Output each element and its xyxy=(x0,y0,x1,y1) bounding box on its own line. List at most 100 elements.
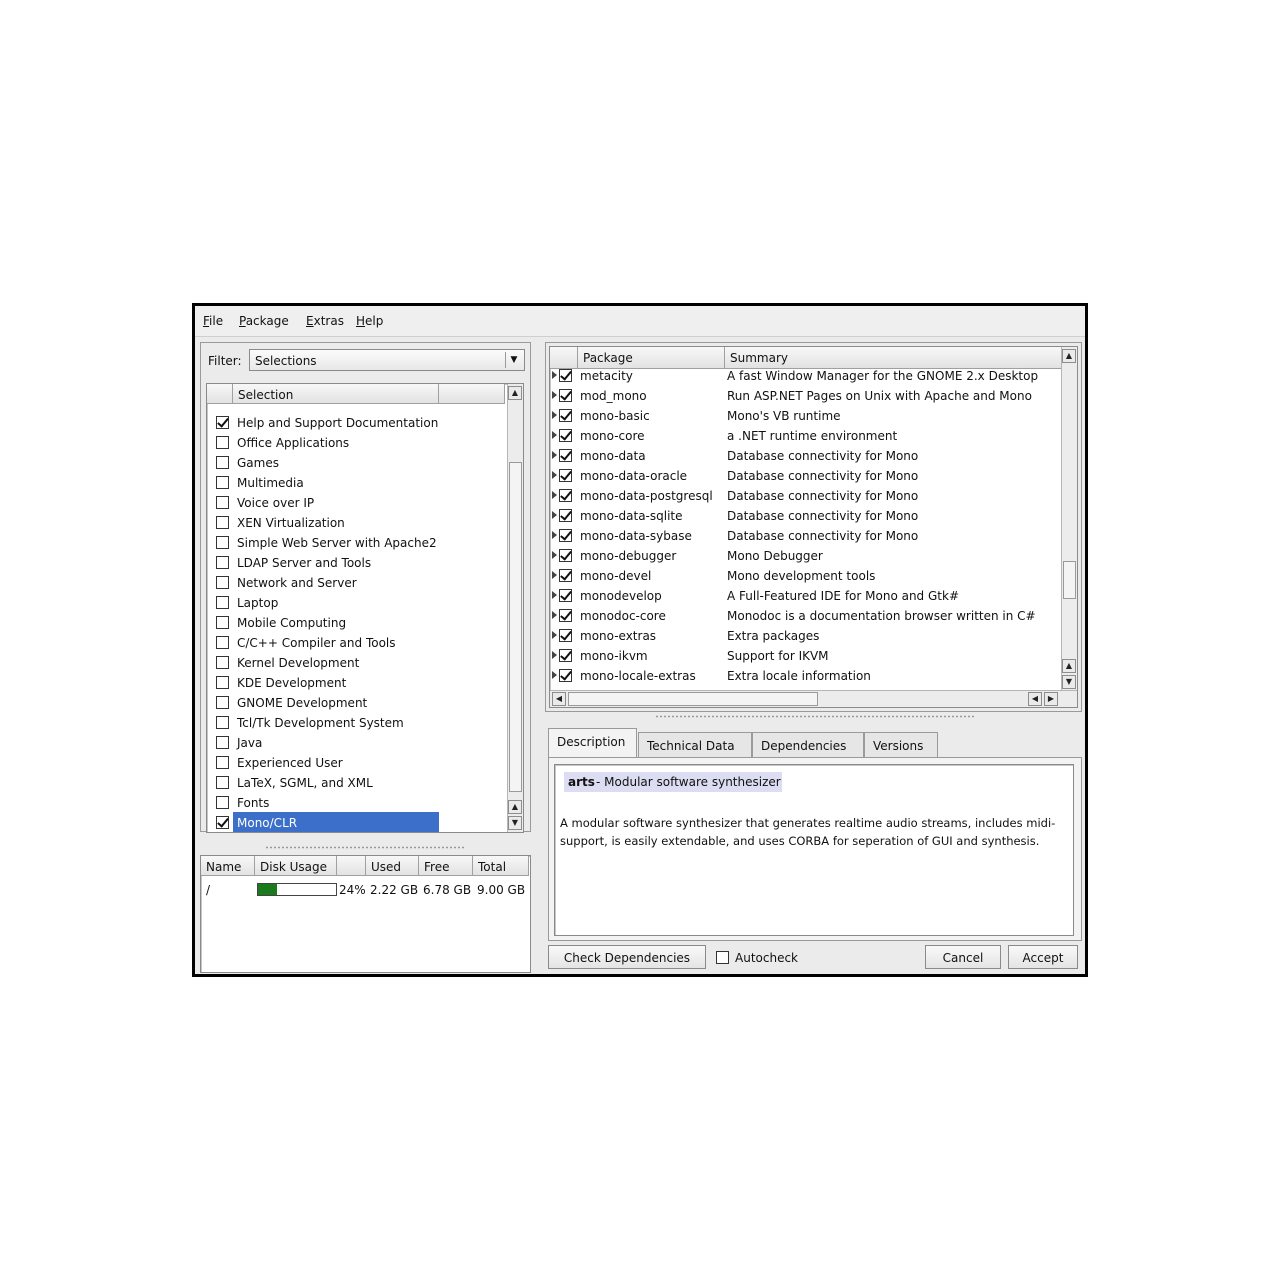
filter-dropdown[interactable]: Selections ▼ xyxy=(249,349,525,371)
scroll-down-icon[interactable]: ▼ xyxy=(508,816,522,830)
expander-arrow-icon[interactable] xyxy=(552,671,557,679)
menu-extras[interactable]: Extras xyxy=(306,314,344,328)
selection-checkbox[interactable] xyxy=(216,696,229,709)
accept-button[interactable]: Accept xyxy=(1008,945,1078,969)
package-checkbox[interactable] xyxy=(559,389,572,402)
tab-description[interactable]: Description xyxy=(548,728,637,758)
package-checkbox[interactable] xyxy=(559,429,572,442)
package-row[interactable]: mono-core a .NET runtime environment xyxy=(550,425,1060,445)
selection-checkbox[interactable] xyxy=(216,616,229,629)
package-row[interactable]: mono-extras Extra packages xyxy=(550,625,1060,645)
selection-item[interactable]: Voice over IP xyxy=(207,492,507,512)
expander-arrow-icon[interactable] xyxy=(552,411,557,419)
expander-arrow-icon[interactable] xyxy=(552,551,557,559)
selection-checkbox[interactable] xyxy=(216,756,229,769)
scroll-right-icon[interactable]: ▶ xyxy=(1044,692,1058,706)
menu-help[interactable]: Help xyxy=(356,314,383,328)
selection-checkbox[interactable] xyxy=(216,736,229,749)
selection-item[interactable]: Multimedia xyxy=(207,472,507,492)
expander-arrow-icon[interactable] xyxy=(552,491,557,499)
scroll-down-icon[interactable]: ▼ xyxy=(1062,675,1076,689)
check-dependencies-button[interactable]: Check Dependencies xyxy=(548,945,706,969)
package-row[interactable]: mono-devel Mono development tools xyxy=(550,565,1060,585)
selection-checkbox[interactable] xyxy=(216,436,229,449)
package-checkbox[interactable] xyxy=(559,549,572,562)
package-row[interactable]: mono-debugger Mono Debugger xyxy=(550,545,1060,565)
menu-file[interactable]: File xyxy=(203,314,223,328)
package-checkbox[interactable] xyxy=(559,529,572,542)
selection-checkbox[interactable] xyxy=(216,556,229,569)
package-row[interactable]: metacity A fast Window Manager for the GN… xyxy=(550,365,1060,385)
selection-item[interactable]: Experienced User xyxy=(207,752,507,772)
package-row[interactable]: monodevelop A Full-Featured IDE for Mono … xyxy=(550,585,1060,605)
package-row[interactable]: monodoc-core Monodoc is a documentation b… xyxy=(550,605,1060,625)
selection-checkbox[interactable] xyxy=(216,516,229,529)
tab-dependencies[interactable]: Dependencies xyxy=(752,732,864,758)
package-row[interactable]: mono-data-sybase Database connectivity fo… xyxy=(550,525,1060,545)
selection-item[interactable]: Fonts xyxy=(207,792,507,812)
expander-arrow-icon[interactable] xyxy=(552,611,557,619)
selection-checkbox[interactable] xyxy=(216,636,229,649)
package-checkbox[interactable] xyxy=(559,369,572,382)
package-checkbox[interactable] xyxy=(559,649,572,662)
package-row[interactable]: mono-basic Mono's VB runtime xyxy=(550,405,1060,425)
selection-item[interactable]: XEN Virtualization xyxy=(207,512,507,532)
package-checkbox[interactable] xyxy=(559,469,572,482)
scroll-up-icon[interactable]: ▲ xyxy=(508,386,522,400)
package-checkbox[interactable] xyxy=(559,449,572,462)
package-checkbox[interactable] xyxy=(559,609,572,622)
selection-item[interactable]: Office Applications xyxy=(207,432,507,452)
expander-arrow-icon[interactable] xyxy=(552,651,557,659)
disk-header-used[interactable]: Used xyxy=(366,856,419,876)
package-vscrollbar[interactable]: ▲ ▲ ▼ xyxy=(1061,347,1077,691)
scroll-thumb[interactable] xyxy=(1063,561,1076,599)
disk-header-usage[interactable]: Disk Usage xyxy=(255,856,337,876)
selection-checkbox[interactable] xyxy=(216,596,229,609)
package-checkbox[interactable] xyxy=(559,569,572,582)
selection-item[interactable]: GNOME Development xyxy=(207,692,507,712)
selection-extra-header[interactable] xyxy=(439,384,505,404)
expander-arrow-icon[interactable] xyxy=(552,511,557,519)
cancel-button[interactable]: Cancel xyxy=(925,945,1001,969)
menu-package[interactable]: Package xyxy=(239,314,289,328)
selection-checkbox[interactable] xyxy=(216,576,229,589)
expander-arrow-icon[interactable] xyxy=(552,631,557,639)
expander-arrow-icon[interactable] xyxy=(552,471,557,479)
selection-item[interactable]: Java xyxy=(207,732,507,752)
package-hscrollbar[interactable]: ◀ ◀ ▶ xyxy=(550,690,1077,707)
selection-item[interactable]: Network and Server xyxy=(207,572,507,592)
expander-arrow-icon[interactable] xyxy=(552,391,557,399)
selection-item[interactable]: Laptop xyxy=(207,592,507,612)
tab-versions[interactable]: Versions xyxy=(864,732,938,758)
package-checkbox[interactable] xyxy=(559,489,572,502)
selection-checkbox[interactable] xyxy=(216,716,229,729)
selection-header[interactable]: Selection xyxy=(233,384,439,404)
disk-header-total[interactable]: Total xyxy=(473,856,529,876)
expander-arrow-icon[interactable] xyxy=(552,591,557,599)
selection-item[interactable]: Games xyxy=(207,452,507,472)
selection-checkbox[interactable] xyxy=(216,416,229,429)
selection-checkbox[interactable] xyxy=(216,536,229,549)
package-row[interactable]: mono-data-sqlite Database connectivity fo… xyxy=(550,505,1060,525)
disk-row[interactable]: / 24% 2.22 GB 6.78 GB 9.00 GB xyxy=(201,881,529,901)
package-row[interactable]: mono-locale-extras Extra locale informati… xyxy=(550,665,1060,685)
selection-item[interactable]: Tcl/Tk Development System xyxy=(207,712,507,732)
splitter-handle[interactable] xyxy=(265,846,465,849)
selection-checkbox[interactable] xyxy=(216,496,229,509)
selection-item[interactable]: Mono/CLR xyxy=(207,812,507,832)
selection-checkbox[interactable] xyxy=(216,656,229,669)
expander-arrow-icon[interactable] xyxy=(552,531,557,539)
selection-item[interactable]: Mobile Computing xyxy=(207,612,507,632)
scroll-up-icon[interactable]: ▲ xyxy=(508,800,522,814)
scroll-left-icon[interactable]: ◀ xyxy=(552,692,566,706)
scroll-up-icon[interactable]: ▲ xyxy=(1062,659,1076,673)
disk-header-name[interactable]: Name xyxy=(201,856,255,876)
package-row[interactable]: mod_mono Run ASP.NET Pages on Unix with A… xyxy=(550,385,1060,405)
selection-checkbox[interactable] xyxy=(216,796,229,809)
selection-checkbox[interactable] xyxy=(216,476,229,489)
package-checkbox[interactable] xyxy=(559,669,572,682)
package-row[interactable]: mono-data-oracle Database connectivity fo… xyxy=(550,465,1060,485)
package-checkbox[interactable] xyxy=(559,589,572,602)
tab-technical-data[interactable]: Technical Data xyxy=(638,732,752,758)
autocheck-checkbox[interactable] xyxy=(716,951,729,964)
